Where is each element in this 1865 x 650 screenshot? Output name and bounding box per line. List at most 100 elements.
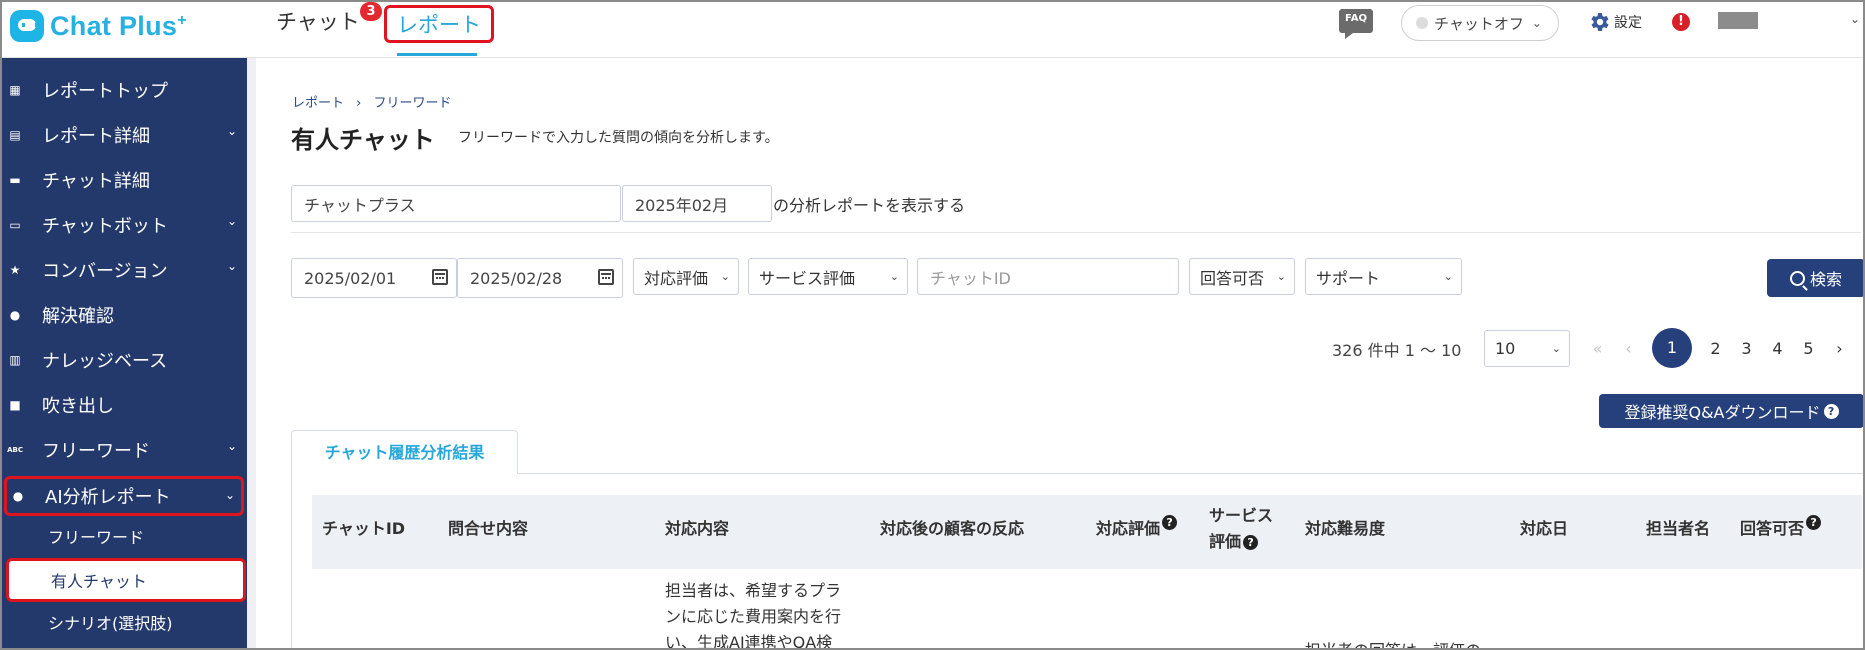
speech-bubble-icon: ■ (9, 397, 21, 412)
nav-tab-chat[interactable]: チャット (276, 2, 360, 57)
first-page-button[interactable]: « (1582, 339, 1613, 358)
report-suffix-text: の分析レポートを表示する (773, 196, 966, 215)
pagination: « ‹ 1 2 3 4 5 › » (1582, 328, 1863, 368)
page-size-select[interactable]: 10 ⌄ (1484, 330, 1570, 367)
sidebar-subitem-human-chat[interactable]: 有人チャット (6, 558, 246, 602)
sidebar-item-label: チャットボット (42, 215, 168, 237)
next-page-button[interactable]: › (1824, 339, 1855, 358)
table-header: チャットID 問合せ内容 対応内容 対応後の顧客の反応 対応評価? サービス 評価… (312, 495, 1862, 569)
logo[interactable]: Chat Plus+ (10, 6, 187, 46)
chevron-down-icon: ⌄ (1276, 270, 1286, 283)
user-menu-chevron-icon[interactable]: ⌄ (1850, 12, 1860, 26)
last-page-button[interactable]: » (1855, 339, 1863, 358)
table-cell-line: い、生成AI連携やQA検 (665, 633, 833, 650)
col-response: 対応内容 (665, 519, 730, 538)
sidebar-item-chat-detail[interactable]: ▬ チャット詳細 (2, 157, 247, 202)
star-icon: ★ (9, 262, 21, 277)
app-window: Chat Plus+ チャット 3 レポート FAQ チャットオフ ⌄ 設定 !… (0, 0, 1865, 650)
page-button-2[interactable]: 2 (1700, 339, 1731, 358)
service-rating-label: サービス評価 (759, 268, 856, 288)
search-button-label: 検索 (1809, 270, 1842, 289)
chatbot-icon: ▭ (9, 217, 21, 232)
calendar-icon[interactable] (598, 269, 614, 285)
help-icon[interactable]: ? (1823, 403, 1839, 419)
col-customer-reaction: 対応後の顧客の反応 (880, 519, 1025, 538)
page-button-4[interactable]: 4 (1762, 339, 1793, 358)
page-size-value: 10 (1495, 339, 1516, 358)
settings-label: 設定 (1614, 15, 1642, 31)
chevron-down-icon: ⌄ (226, 439, 237, 453)
status-dot-icon (1416, 17, 1428, 29)
page-button-3[interactable]: 3 (1731, 339, 1762, 358)
settings-button[interactable]: 設定 (1587, 10, 1642, 34)
sidebar-item-knowledge-base[interactable]: ▥ ナレッジベース (2, 337, 247, 382)
table-cell-line: ンに応じた費用案内を行 (665, 607, 842, 626)
chat-icon: ▬ (9, 172, 21, 187)
help-icon[interactable]: ? (1243, 535, 1259, 550)
col-response-date: 対応日 (1520, 519, 1569, 538)
col-assignee: 担当者名 (1646, 519, 1711, 538)
chat-status-dropdown[interactable]: チャットオフ ⌄ (1401, 5, 1559, 41)
result-count: 326 件中 1 ～ 10 (1332, 341, 1462, 360)
page-button-1[interactable]: 1 (1652, 328, 1692, 368)
search-icon (1789, 270, 1805, 286)
book-icon: ▥ (9, 352, 21, 367)
download-qa-button[interactable]: 登録推奨Q&Aダウンロード ? (1599, 394, 1863, 428)
service-rating-select[interactable]: サービス評価 ⌄ (748, 258, 908, 295)
chat-id-input[interactable]: チャットID (917, 258, 1179, 295)
date-to-field[interactable]: 2025/02/28 (457, 258, 623, 298)
chevron-down-icon: ⌄ (224, 488, 235, 502)
abc-icon: ABC (7, 445, 23, 454)
chevron-down-icon: ⌄ (226, 214, 237, 228)
month-field[interactable]: 2025年02月 (622, 185, 772, 222)
breadcrumb-root-link[interactable]: レポート (292, 96, 344, 111)
chevron-down-icon: ⌄ (889, 270, 899, 283)
nav-tab-report[interactable]: レポート (384, 5, 494, 43)
sidebar-item-chatbot[interactable]: ▭ チャットボット ⌄ (2, 202, 247, 247)
col-chat-id: チャットID (322, 519, 406, 538)
sidebar-item-label: フリーワード (42, 440, 150, 462)
sidebar-item-conversion[interactable]: ★ コンバージョン ⌄ (2, 247, 247, 292)
alert-icon[interactable]: ! (1672, 13, 1690, 31)
search-button[interactable]: 検索 (1767, 259, 1863, 297)
breadcrumb: レポート › フリーワード (292, 92, 452, 111)
dashboard-icon: ▦ (9, 82, 21, 97)
answerable-select[interactable]: 回答可否 ⌄ (1189, 258, 1295, 295)
sidebar-item-ai-report[interactable]: ● AI分析レポート ⌄ (4, 476, 244, 516)
sidebar-item-free-word[interactable]: ABC フリーワード ⌄ (2, 427, 247, 472)
date-from-field[interactable]: 2025/02/01 (291, 258, 457, 298)
prev-page-button[interactable]: ‹ (1613, 339, 1644, 358)
faq-icon[interactable]: FAQ (1339, 9, 1373, 39)
page-title: 有人チャット (291, 126, 435, 154)
sidebar-item-label: 解決確認 (42, 305, 114, 327)
col-inquiry: 問合せ内容 (448, 519, 529, 538)
table-cell-line: 担当者は、希望するプラ (665, 581, 842, 600)
sidebar-item-speech-bubble[interactable]: ■ 吹き出し (2, 382, 247, 427)
support-select[interactable]: サポート ⌄ (1305, 258, 1462, 295)
chevron-down-icon: ⌄ (1443, 270, 1453, 283)
sidebar-subitem-free-word[interactable]: フリーワード (2, 516, 247, 556)
top-header: Chat Plus+ チャット 3 レポート FAQ チャットオフ ⌄ 設定 !… (2, 2, 1863, 58)
col-answerable-label: 回答可否 (1740, 519, 1805, 538)
sidebar-subitem-scenario[interactable]: シナリオ(選択肢) (2, 602, 247, 642)
sidebar-item-label: ナレッジベース (42, 350, 168, 372)
site-select-field[interactable]: チャットプラス (291, 185, 621, 222)
sidebar-item-report-top[interactable]: ▦ レポートトップ (2, 67, 247, 112)
calendar-icon[interactable] (432, 269, 448, 285)
date-from-value: 2025/02/01 (304, 268, 397, 288)
gear-icon (1591, 13, 1609, 31)
help-icon[interactable]: ? (1806, 515, 1822, 530)
lightbulb-icon: ● (9, 307, 21, 322)
sidebar-divider (247, 58, 256, 648)
sidebar-item-resolution[interactable]: ● 解決確認 (2, 292, 247, 337)
user-avatar[interactable] (1718, 12, 1758, 29)
tab-chat-history-analysis[interactable]: チャット履歴分析結果 (291, 430, 518, 474)
col-answerable: 回答可否? (1740, 515, 1822, 539)
help-icon[interactable]: ? (1162, 515, 1178, 530)
response-rating-select[interactable]: 対応評価 ⌄ (633, 258, 739, 295)
response-rating-label: 対応評価 (644, 268, 709, 288)
sidebar-item-label: AI分析レポート (45, 487, 171, 508)
col-service-rating-line1: サービス (1209, 506, 1274, 525)
sidebar-item-report-detail[interactable]: ▤ レポート詳細 ⌄ (2, 112, 247, 157)
page-button-5[interactable]: 5 (1793, 339, 1824, 358)
